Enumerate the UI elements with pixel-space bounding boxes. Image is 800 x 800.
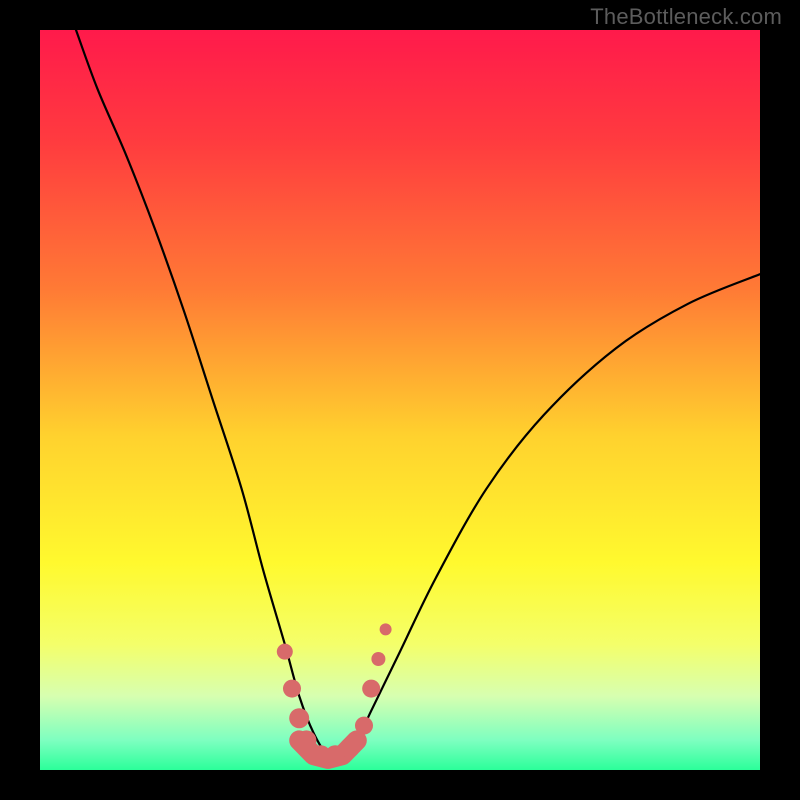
valley-marker — [289, 708, 309, 728]
valley-marker — [277, 644, 293, 660]
valley-marker — [283, 680, 301, 698]
valley-marker — [362, 680, 380, 698]
watermark-text: TheBottleneck.com — [590, 4, 782, 30]
valley-marker — [380, 623, 392, 635]
valley-marker — [340, 738, 360, 758]
chart-svg — [40, 30, 760, 770]
valley-marker — [355, 717, 373, 735]
plot-area — [40, 30, 760, 770]
valley-marker — [371, 652, 385, 666]
valley-marker — [296, 730, 316, 750]
chart-frame: TheBottleneck.com — [0, 0, 800, 800]
bottleneck-curve — [76, 30, 760, 758]
